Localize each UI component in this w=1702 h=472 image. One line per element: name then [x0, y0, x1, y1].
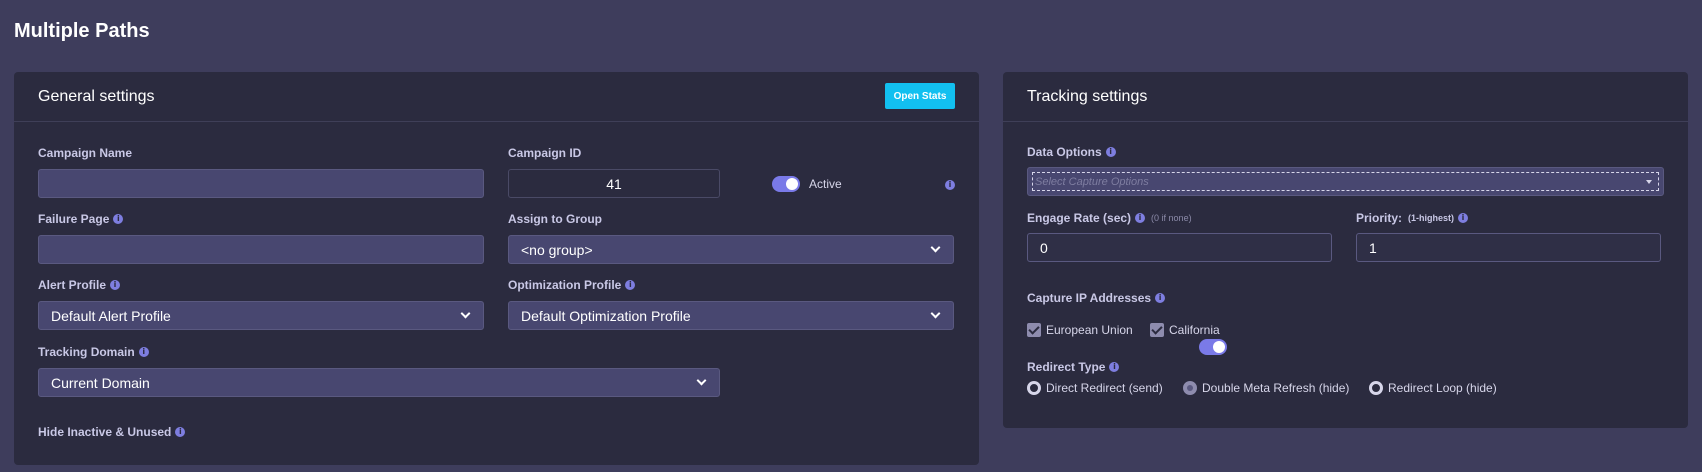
engage-rate-hint: (0 if none): [1151, 213, 1192, 223]
redirect-loop-radio[interactable]: [1369, 381, 1383, 395]
chevron-down-icon: [930, 308, 941, 319]
double-meta-refresh-radio[interactable]: [1183, 381, 1197, 395]
campaign-name-input[interactable]: [38, 169, 484, 198]
info-icon[interactable]: i: [1458, 213, 1469, 223]
priority-hint: (1-highest): [1408, 213, 1455, 223]
info-icon[interactable]: i: [945, 180, 955, 190]
direct-redirect-radio[interactable]: [1027, 381, 1041, 395]
optimization-profile-label: Optimization Profile i: [508, 278, 636, 292]
info-icon[interactable]: i: [1135, 213, 1146, 223]
chevron-down-icon: [930, 242, 941, 253]
info-icon[interactable]: i: [113, 214, 124, 224]
data-options-placeholder: Select Capture Options: [1035, 175, 1149, 188]
redirect-option-double-meta[interactable]: Double Meta Refresh (hide): [1183, 381, 1349, 395]
priority-input[interactable]: 1: [1356, 233, 1661, 262]
data-options-multiselect[interactable]: Select Capture Options: [1027, 167, 1664, 196]
general-settings-card: General settings Open Stats Campaign Nam…: [14, 72, 979, 465]
assign-group-select[interactable]: <no group>: [508, 235, 954, 264]
alert-profile-label: Alert Profile i: [38, 278, 121, 292]
engage-rate-label-text: Engage Rate (sec): [1027, 211, 1132, 225]
engage-rate-label: Engage Rate (sec) i (0 if none): [1027, 211, 1192, 225]
failure-page-label-text: Failure Page: [38, 212, 110, 226]
general-settings-header: General settings Open Stats: [14, 72, 979, 122]
tracking-domain-label: Tracking Domain i: [38, 345, 149, 359]
redirect-option-direct[interactable]: Direct Redirect (send): [1027, 381, 1163, 395]
california-checkbox[interactable]: [1150, 323, 1164, 337]
alert-profile-value: Default Alert Profile: [51, 307, 171, 324]
direct-redirect-label: Direct Redirect (send): [1046, 381, 1163, 395]
region-european-union[interactable]: European Union: [1027, 323, 1133, 337]
alert-profile-select[interactable]: Default Alert Profile: [38, 301, 484, 330]
info-icon[interactable]: i: [110, 280, 121, 290]
active-toggle-knob: [786, 178, 798, 190]
active-label: Active: [809, 177, 842, 191]
tracking-domain-select[interactable]: Current Domain: [38, 368, 720, 397]
campaign-id-label-text: Campaign ID: [508, 146, 582, 160]
assign-group-label: Assign to Group: [508, 212, 602, 226]
double-meta-refresh-label: Double Meta Refresh (hide): [1202, 381, 1350, 395]
general-settings-title: General settings: [38, 88, 155, 105]
data-options-search[interactable]: Select Capture Options: [1032, 172, 1659, 191]
capture-ip-toggle[interactable]: [1199, 339, 1227, 355]
redirect-type-label: Redirect Type i: [1027, 360, 1120, 374]
optimization-profile-select[interactable]: Default Optimization Profile: [508, 301, 954, 330]
info-icon[interactable]: i: [138, 347, 149, 357]
active-toggle-group: Active: [772, 176, 842, 192]
campaign-id-input[interactable]: 41: [508, 169, 720, 198]
hide-inactive-label: Hide Inactive & Unused i: [38, 425, 186, 439]
data-options-label-text: Data Options: [1027, 145, 1102, 159]
optimization-profile-label-text: Optimization Profile: [508, 278, 622, 292]
campaign-name-label: Campaign Name: [38, 146, 132, 160]
tracking-settings-title: Tracking settings: [1027, 88, 1148, 105]
active-toggle[interactable]: [772, 176, 800, 192]
capture-ip-label-text: Capture IP Addresses: [1027, 291, 1152, 305]
region-california[interactable]: California: [1150, 323, 1220, 337]
caret-down-icon: [1646, 179, 1652, 184]
page-title: Multiple Paths: [14, 20, 150, 42]
redirect-loop-label: Redirect Loop (hide): [1388, 381, 1497, 395]
tracking-domain-label-text: Tracking Domain: [38, 345, 135, 359]
engage-rate-input[interactable]: 0: [1027, 233, 1332, 262]
optimization-profile-value: Default Optimization Profile: [521, 307, 691, 324]
california-label: California: [1169, 323, 1220, 337]
redirect-type-label-text: Redirect Type: [1027, 360, 1106, 374]
alert-profile-label-text: Alert Profile: [38, 278, 107, 292]
assign-group-label-text: Assign to Group: [508, 212, 602, 226]
tracking-settings-card: Tracking settings Data Options i Select …: [1003, 72, 1688, 428]
assign-group-value: <no group>: [521, 241, 593, 258]
hide-inactive-label-text: Hide Inactive & Unused: [38, 425, 172, 439]
chevron-down-icon: [696, 375, 707, 386]
failure-page-input[interactable]: [38, 235, 484, 264]
info-icon[interactable]: i: [1155, 293, 1166, 303]
european-union-label: European Union: [1046, 323, 1133, 337]
redirect-option-loop[interactable]: Redirect Loop (hide): [1369, 381, 1497, 395]
capture-ip-label: Capture IP Addresses i: [1027, 291, 1166, 305]
priority-label-text: Priority:: [1356, 211, 1403, 225]
campaign-name-label-text: Campaign Name: [38, 146, 133, 160]
info-icon[interactable]: i: [1109, 362, 1120, 372]
capture-ip-toggle-knob: [1213, 341, 1225, 353]
european-union-checkbox[interactable]: [1027, 323, 1041, 337]
failure-page-label: Failure Page i: [38, 212, 124, 226]
open-stats-button[interactable]: Open Stats: [885, 83, 955, 109]
tracking-domain-value: Current Domain: [51, 374, 150, 391]
priority-label: Priority: (1-highest) i: [1356, 211, 1469, 225]
campaign-id-label: Campaign ID: [508, 146, 581, 160]
data-options-label: Data Options i: [1027, 145, 1116, 159]
tracking-settings-header: Tracking settings: [1003, 72, 1688, 122]
info-icon[interactable]: i: [175, 427, 186, 437]
info-icon[interactable]: i: [1105, 147, 1116, 157]
chevron-down-icon: [460, 308, 471, 319]
info-icon[interactable]: i: [625, 280, 636, 290]
